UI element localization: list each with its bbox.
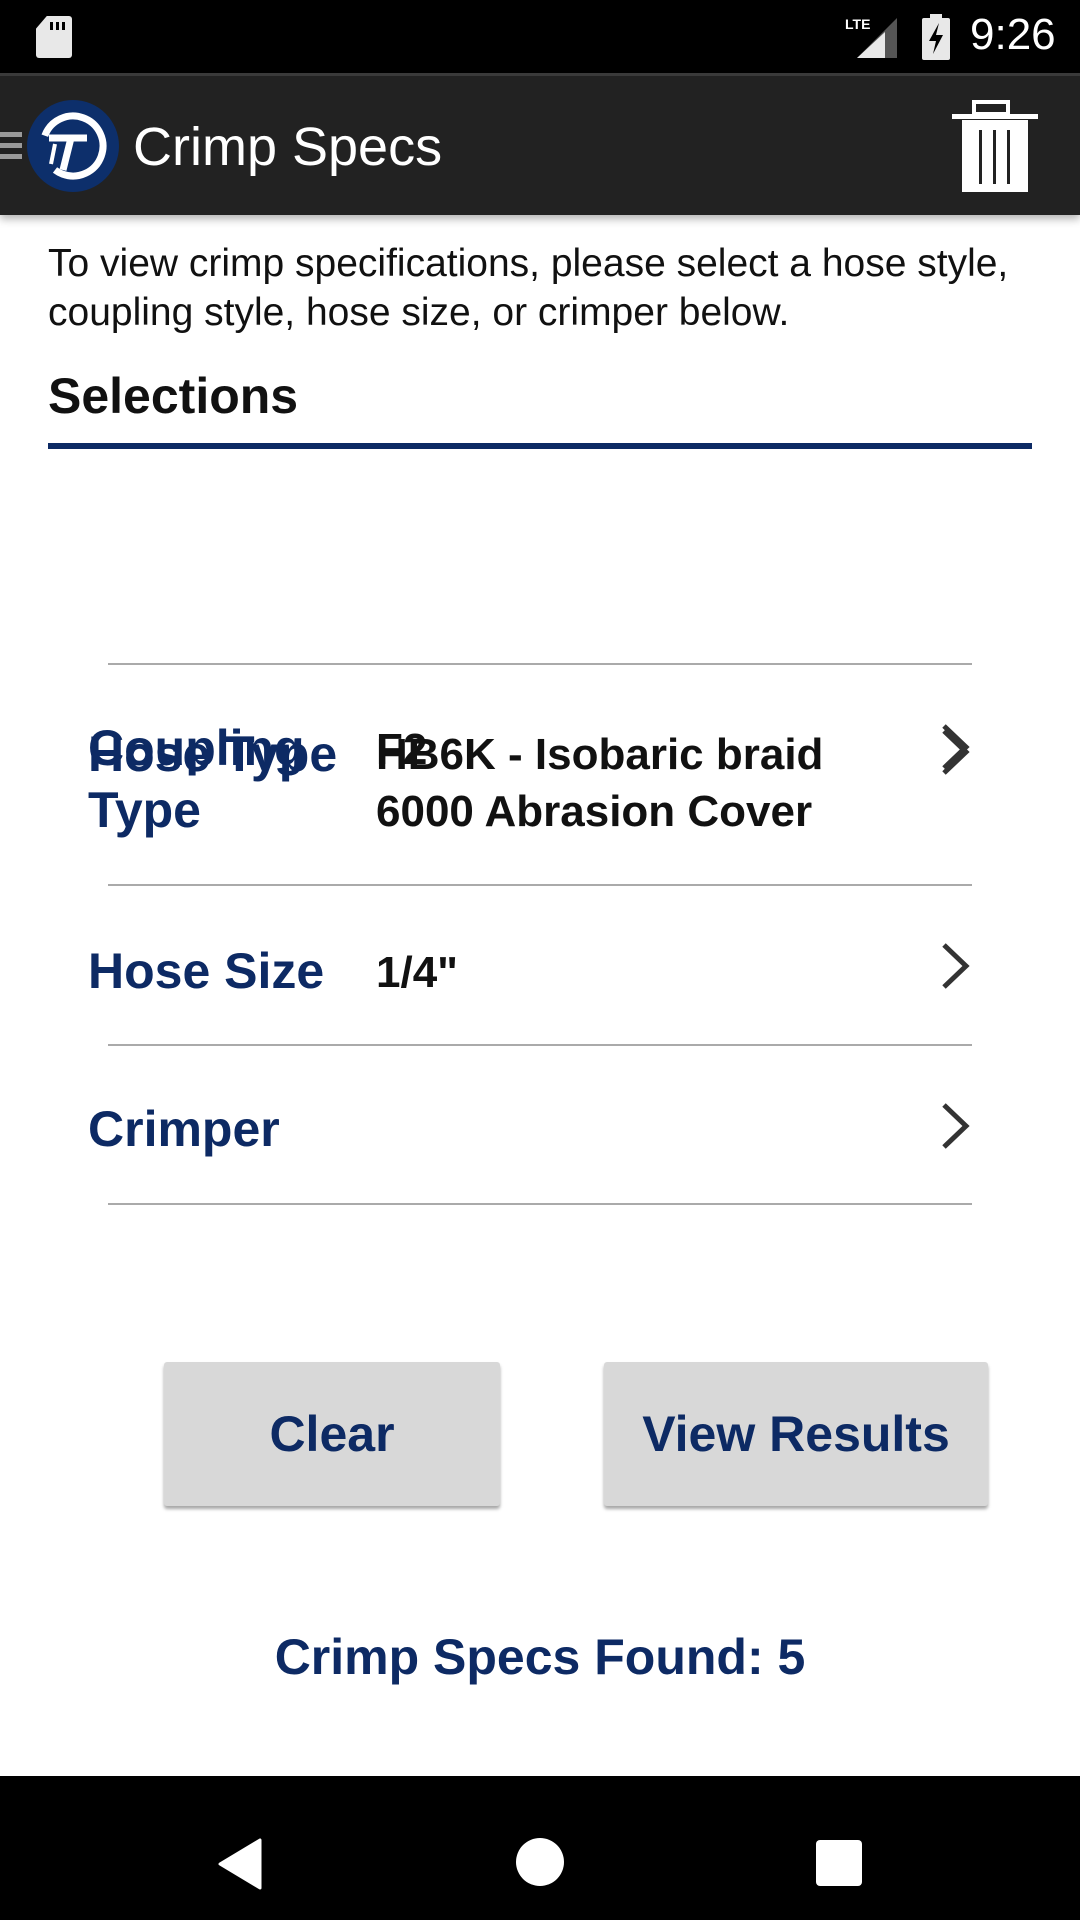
system-nav-bar bbox=[0, 1776, 1080, 1920]
chevron-right-icon bbox=[942, 1103, 970, 1149]
selection-row-coupling-type[interactable]: Coupling Type F2 bbox=[0, 665, 1080, 885]
svg-text:LTE: LTE bbox=[845, 16, 870, 32]
instructions-text: To view crimp specifications, please sel… bbox=[48, 242, 1009, 334]
selection-row-crimper[interactable]: Crimper bbox=[0, 1046, 1080, 1204]
recents-icon[interactable] bbox=[816, 1840, 862, 1886]
clear-button[interactable]: Clear bbox=[164, 1362, 500, 1506]
lte-signal-icon: LTE bbox=[845, 16, 897, 58]
section-title: Selections bbox=[48, 368, 299, 424]
app-bar: Crimp Specs bbox=[0, 73, 1080, 215]
row-divider bbox=[108, 1203, 972, 1205]
view-results-button[interactable]: View Results bbox=[604, 1362, 988, 1506]
row-label: Hose Size bbox=[88, 943, 325, 999]
chevron-right-icon bbox=[942, 943, 970, 989]
status-bar: LTE 9:26 bbox=[0, 0, 1080, 73]
app-logo[interactable] bbox=[27, 100, 119, 192]
clock: 9:26 bbox=[970, 10, 1056, 59]
results-count-text: Crimp Specs Found: 5 bbox=[274, 1629, 806, 1685]
home-icon[interactable] bbox=[516, 1838, 564, 1886]
row-value: 1/4" bbox=[376, 948, 459, 997]
row-value: F2 bbox=[376, 725, 428, 774]
row-label: Crimper bbox=[88, 1101, 280, 1157]
selection-row-hose-size[interactable]: Hose Size 1/4" bbox=[0, 886, 1080, 1044]
menu-icon[interactable] bbox=[0, 132, 24, 164]
sd-card-icon bbox=[36, 16, 72, 58]
back-icon[interactable] bbox=[216, 1838, 262, 1890]
chevron-right-icon bbox=[942, 724, 970, 770]
battery-charging-icon bbox=[922, 14, 950, 60]
trash-icon[interactable] bbox=[950, 100, 1040, 196]
row-label: Coupling Type bbox=[88, 720, 305, 838]
app-title: Crimp Specs bbox=[133, 117, 443, 177]
section-divider bbox=[48, 443, 1032, 449]
